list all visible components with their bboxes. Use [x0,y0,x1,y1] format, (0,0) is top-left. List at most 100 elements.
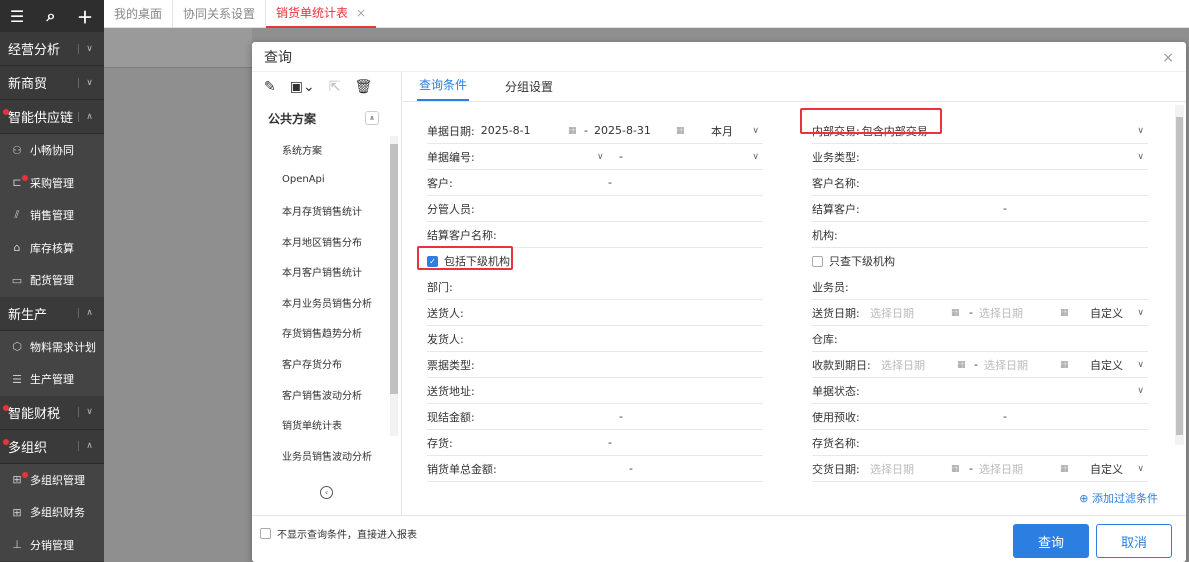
close-icon[interactable]: × [1162,50,1174,66]
chevron-down-icon[interactable]: ∨ [752,152,759,162]
sender-field: 发货人: [427,326,763,352]
scrollbar-thumb[interactable] [390,144,398,394]
group-finance-tax[interactable]: 智能财税 ∨ [0,396,104,430]
chevron-down-icon[interactable]: ∨ [752,126,759,136]
checkbox-unchecked-icon[interactable] [260,528,271,539]
tab-desktop[interactable]: 我的桌面 [104,0,174,28]
group-business-analysis[interactable]: 经营分析 ∨ [0,32,104,66]
tab-group-settings[interactable]: 分组设置 [503,78,555,101]
field-label: 交货日期: [812,462,860,476]
scheme-scrollbar[interactable] [390,136,398,436]
tab-collab-settings[interactable]: 协同关系设置 [173,0,267,28]
scheme-item[interactable]: 销货单统计表 [252,409,401,440]
sidebar-item-dist-manage[interactable]: ⊥ 分销管理 [0,528,104,561]
sidebar-item-collab[interactable]: ⚇ 小畅协同 [0,134,104,167]
scheme-item[interactable]: 本月客户销售统计 [252,256,401,287]
scheme-item[interactable]: 本月存货销售统计 [252,195,401,226]
sidebar-item-purchase[interactable]: ⊏ 采购管理 [0,166,104,199]
chevron-down-icon[interactable]: ∨ [1137,152,1144,162]
condition-scrollbar[interactable] [1175,105,1184,445]
date-from-input[interactable]: 选择日期 [881,357,925,373]
date-to-input[interactable]: 2025-8-31 [594,124,651,137]
sidebar-item-mrp[interactable]: ⬡ 物料需求计划 [0,330,104,363]
scheme-item[interactable]: 本月业务员销售分析 [252,287,401,318]
scheme-group-label: 公共方案 [268,111,317,126]
inventory-field: 存货: - [427,430,763,456]
chevron-up-icon[interactable]: ∧ [365,111,379,125]
scheme-item[interactable]: 业务员销售波动分析 [252,440,401,471]
cancel-button[interactable]: 取消 [1096,524,1172,558]
date-range-select[interactable]: 自定义 [1090,357,1123,373]
scheme-item[interactable]: 本月地区销售分布 [252,226,401,257]
sidebar: ☰ ⌕ ＋ 经营分析 ∨ 新商贸 ∨ 智能供应链 ∧ ⚇ 小畅协同 ⊏ 采购管理 ⫽ 销售管… [0,0,104,562]
scheme-item[interactable]: 客户存货分布 [252,348,401,379]
calendar-icon[interactable]: ▦ [676,126,685,136]
field-label: 仓库: [812,332,838,346]
chevron-down-icon[interactable]: ∨ [1137,360,1144,370]
edit-icon[interactable]: ✎ [264,79,276,95]
scheme-toolbar: ✎ ▣⌄ ⇱ 🗑 [252,72,401,102]
close-icon[interactable]: × [356,6,366,20]
calendar-icon[interactable]: ▦ [951,308,960,318]
checkbox-unchecked-icon[interactable] [812,255,823,267]
calendar-icon[interactable]: ▦ [1060,360,1069,370]
date-to-input[interactable]: 选择日期 [984,357,1028,373]
calendar-icon[interactable]: ▦ [1060,308,1069,318]
date-range-select[interactable]: 自定义 [1090,305,1123,321]
delete-icon[interactable]: 🗑 [354,79,372,95]
chevron-down-icon[interactable]: ∨ [1137,386,1144,396]
save-icon[interactable]: ▣⌄ [290,79,315,95]
collapse-left-icon[interactable]: ‹ [320,486,333,499]
group-new-trade[interactable]: 新商贸 ∨ [0,66,104,100]
chevron-down-icon[interactable]: ∨ [597,152,604,162]
menu-icon[interactable]: ☰ [0,7,34,26]
sidebar-item-inventory[interactable]: ⌂ 库存核算 [0,231,104,264]
add-filter-link[interactable]: ⊕ 添加过滤条件 [1079,490,1158,506]
scheme-item[interactable]: 系统方案 [252,134,401,165]
date-from-input[interactable]: 选择日期 [870,461,914,477]
tab-label: 销货单统计表 [276,6,349,20]
sidebar-item-org-manage[interactable]: ⊞ 多组织管理 [0,463,104,496]
group-production[interactable]: 新生产 ∧ [0,297,104,331]
scrollbar-thumb[interactable] [1176,117,1183,435]
doc-code-field: 单据编号: ∨ - ∨ [427,144,763,170]
tab-sales-report[interactable]: 销货单统计表 × [266,0,377,28]
group-label: 新商贸 [8,77,48,92]
sidebar-item-production[interactable]: ☰ 生产管理 [0,363,104,396]
only-sub-org-field[interactable]: 只查下级机构 [812,248,1148,274]
date-range-select[interactable]: 本月 [711,123,733,139]
scheme-item[interactable]: 客户销售波动分析 [252,379,401,410]
group-multi-org[interactable]: 多组织 ∧ [0,430,104,464]
sidebar-item-sales[interactable]: ⫽ 销售管理 [0,199,104,232]
sidebar-item-org-finance[interactable]: ⊞ 多组织财务 [0,496,104,529]
date-range-select[interactable]: 自定义 [1090,461,1123,477]
field-label: 结算客户名称: [427,228,497,242]
plus-icon[interactable]: ＋ [68,4,102,28]
chevron-down-icon[interactable]: ∨ [1137,464,1144,474]
skip-conditions-checkbox[interactable]: 不显示查询条件，直接进入报表 [260,526,417,541]
scheme-group-title[interactable]: 公共方案 ∧ [252,102,401,134]
date-from-input[interactable]: 2025-8-1 [481,124,531,137]
group-supply-chain[interactable]: 智能供应链 ∧ [0,100,104,134]
doc-status-field: 单据状态: ∨ [812,378,1148,404]
chevron-down-icon[interactable]: ∨ [1137,308,1144,318]
export-icon[interactable]: ⇱ [329,79,341,95]
date-from-input[interactable]: 选择日期 [870,305,914,321]
date-to-input[interactable]: 选择日期 [979,305,1023,321]
manager-field: 分管人员: [427,196,763,222]
range-separator: - [974,358,978,371]
calendar-icon[interactable]: ▦ [957,360,966,370]
scheme-item[interactable]: OpenApi [252,165,401,196]
calendar-icon[interactable]: ▦ [951,464,960,474]
scheme-item[interactable]: 存货销售趋势分析 [252,318,401,349]
search-icon[interactable]: ⌕ [34,6,68,26]
calendar-icon[interactable]: ▦ [1060,464,1069,474]
sidebar-item-distribution[interactable]: ▭ 配货管理 [0,264,104,297]
date-to-input[interactable]: 选择日期 [979,461,1023,477]
calendar-icon[interactable]: ▦ [568,126,577,136]
chevron-down-icon[interactable]: ∨ [1137,126,1144,136]
query-button[interactable]: 查询 [1013,524,1089,558]
list-icon: ☰ [12,372,22,386]
receivable-date-field: 收款到期日: 选择日期 ▦ - 选择日期 ▦ 自定义 ∨ [812,352,1148,378]
tab-query-conditions[interactable]: 查询条件 [417,76,470,101]
